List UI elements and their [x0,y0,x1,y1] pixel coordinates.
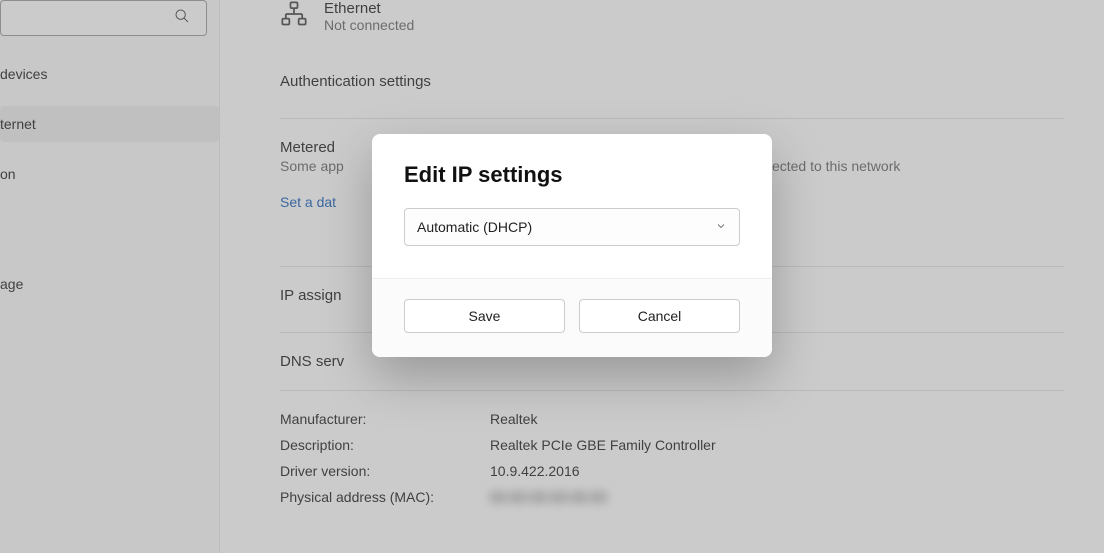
divider [280,118,1064,119]
search-icon [174,8,190,29]
detail-row-driver: Driver version: 10.9.422.2016 [280,463,1104,479]
driver-value: 10.9.422.2016 [490,463,580,479]
mac-value: 00-00-00-00-00-00 [490,489,607,505]
chevron-down-icon [715,219,727,235]
cancel-button[interactable]: Cancel [579,299,740,333]
description-label: Description: [280,437,490,453]
save-button[interactable]: Save [404,299,565,333]
detail-row-mac: Physical address (MAC): 00-00-00-00-00-0… [280,489,1104,505]
ethernet-title: Ethernet [324,0,414,17]
description-value: Realtek PCIe GBE Family Controller [490,437,716,453]
driver-label: Driver version: [280,463,490,479]
ethernet-icon [280,0,308,33]
sidebar-item-devices[interactable]: devices [0,56,219,92]
search-input[interactable] [0,0,207,36]
sidebar-item-age[interactable]: age [0,266,219,302]
ethernet-header: Ethernet Not connected [280,0,1104,33]
edit-ip-dialog: Edit IP settings Automatic (DHCP) Save C… [372,134,772,357]
detail-row-manufacturer: Manufacturer: Realtek [280,411,1104,427]
mac-label: Physical address (MAC): [280,489,490,505]
set-data-limit-link[interactable]: Set a dat [280,194,336,210]
dropdown-value: Automatic (DHCP) [417,219,532,235]
manufacturer-value: Realtek [490,411,537,427]
dialog-title: Edit IP settings [404,162,740,188]
manufacturer-label: Manufacturer: [280,411,490,427]
auth-settings-heading[interactable]: Authentication settings [280,73,1104,90]
sidebar-item-internet[interactable]: ternet [0,106,219,142]
sidebar-item-on[interactable]: on [0,156,219,192]
detail-row-description: Description: Realtek PCIe GBE Family Con… [280,437,1104,453]
ip-mode-dropdown[interactable]: Automatic (DHCP) [404,208,740,246]
sidebar: devices ternet on age [0,0,220,553]
ethernet-status: Not connected [324,17,414,33]
divider [280,390,1064,391]
